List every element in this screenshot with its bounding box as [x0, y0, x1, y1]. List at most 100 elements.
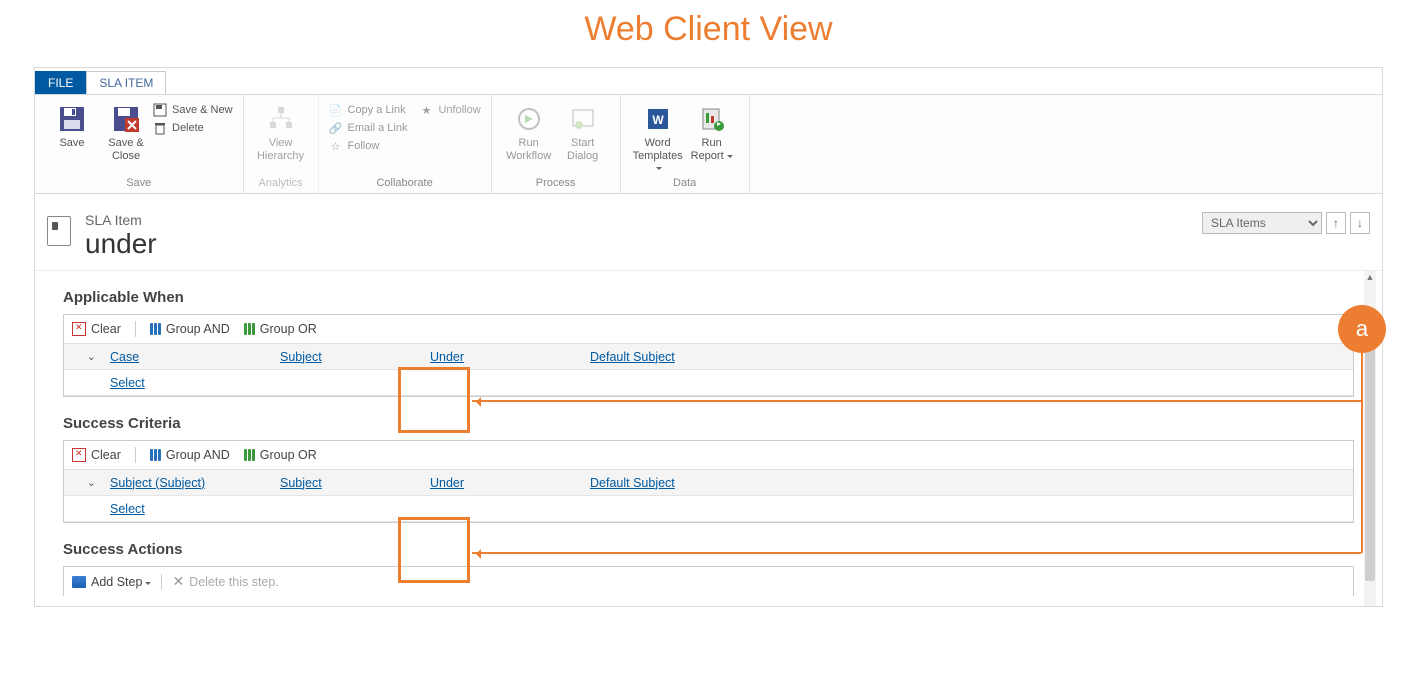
view-hierarchy-button[interactable]: View Hierarchy [254, 101, 308, 162]
group-label-process: Process [502, 175, 610, 193]
add-step-label: Add Step [91, 575, 151, 589]
group-or-label: Group OR [260, 322, 317, 336]
group-or-icon [244, 449, 255, 461]
tab-sla-item[interactable]: SLA ITEM [86, 71, 166, 94]
section-success-actions: Success Actions [63, 541, 1354, 558]
select-link[interactable]: Select [110, 376, 145, 390]
condition-row: ⌄ Case Subject Under Default Subject [64, 344, 1353, 370]
run-workflow-button[interactable]: Run Workflow [502, 101, 556, 162]
scrollbar-up-icon[interactable]: ▲ [1365, 271, 1375, 283]
word-icon: W [642, 103, 674, 135]
nav-down-button[interactable]: ↓ [1350, 212, 1370, 234]
clear-button[interactable]: Clear [72, 322, 121, 336]
operator-link-applicable[interactable]: Under [430, 350, 464, 364]
email-link-icon: 🔗 [329, 121, 343, 135]
save-icon [56, 103, 88, 135]
tab-strip: FILE SLA ITEM [35, 68, 1382, 94]
form-body: ▲ Applicable When Clear Group AND Group … [35, 270, 1382, 606]
clear-label: Clear [91, 448, 121, 462]
annotation-line [1361, 353, 1363, 553]
unfollow-label: Unfollow [438, 104, 480, 116]
clear-button[interactable]: Clear [72, 448, 121, 462]
view-hierarchy-label: View Hierarchy [254, 137, 308, 162]
record-nav-select[interactable]: SLA Items [1202, 212, 1322, 234]
copy-link-label: Copy a Link [348, 104, 406, 116]
clear-label: Clear [91, 322, 121, 336]
ribbon-group-collaborate: 📄Copy a Link 🔗Email a Link ☆ Follow ★ Unfo… [319, 95, 492, 193]
svg-text:W: W [652, 113, 664, 127]
entity-link[interactable]: Case [110, 350, 139, 364]
start-dialog-button[interactable]: Start Dialog [556, 101, 610, 162]
delete-label: Delete [172, 122, 204, 134]
start-dialog-icon [567, 103, 599, 135]
save-close-label: Save & Close [99, 137, 153, 162]
chevron-down-icon[interactable]: ⌄ [64, 350, 104, 363]
record-icon [47, 216, 71, 246]
separator [135, 447, 136, 463]
section-applicable-when: Applicable When [63, 289, 1354, 306]
unfollow-button[interactable]: ★ Unfollow [419, 103, 480, 117]
page-title: Web Client View [0, 0, 1417, 67]
run-workflow-label: Run Workflow [502, 137, 556, 162]
separator [161, 574, 162, 590]
save-label: Save [59, 137, 84, 150]
chevron-down-icon[interactable]: ⌄ [64, 476, 104, 489]
save-close-icon [110, 103, 142, 135]
value-link[interactable]: Default Subject [590, 350, 675, 364]
delete-step-icon: ✕ [172, 573, 184, 590]
ribbon: Save Save & Close Save & New Delete [35, 94, 1382, 194]
word-templates-button[interactable]: W Word Templates [631, 101, 685, 175]
scrollbar-thumb[interactable] [1365, 341, 1375, 581]
clear-icon [72, 448, 86, 462]
attribute-link[interactable]: Subject [280, 350, 322, 364]
record-name: under [85, 228, 157, 260]
follow-icon: ☆ [329, 139, 343, 153]
delete-icon [153, 121, 167, 135]
start-dialog-label: Start Dialog [556, 137, 610, 162]
group-and-icon [150, 449, 161, 461]
success-actions-box: Add Step ✕Delete this step. [63, 566, 1354, 596]
save-new-button[interactable]: Save & New [153, 103, 233, 117]
value-link[interactable]: Default Subject [590, 476, 675, 490]
delete-step-button: ✕Delete this step. [172, 573, 278, 590]
record-header: SLA Item under SLA Items ↑ ↓ [35, 194, 1382, 270]
success-criteria-box: Clear Group AND Group OR ⌄ Subject (Subj… [63, 440, 1354, 523]
entity-link[interactable]: Subject (Subject) [110, 476, 205, 490]
group-and-button[interactable]: Group AND [150, 448, 230, 462]
follow-button[interactable]: ☆ Follow [329, 139, 408, 153]
condition-row: ⌄ Subject (Subject) Subject Under Defaul… [64, 470, 1353, 496]
record-entity: SLA Item [85, 212, 157, 228]
group-and-label: Group AND [166, 322, 230, 336]
ribbon-group-analytics: View Hierarchy Analytics [244, 95, 319, 193]
ribbon-group-process: Run Workflow Start Dialog Process [492, 95, 621, 193]
save-button[interactable]: Save [45, 101, 99, 150]
add-step-button[interactable]: Add Step [72, 575, 151, 589]
group-or-button[interactable]: Group OR [244, 448, 317, 462]
group-label-data: Data [631, 175, 739, 193]
save-new-label: Save & New [172, 104, 233, 116]
group-or-button[interactable]: Group OR [244, 322, 317, 336]
email-link-button[interactable]: 🔗Email a Link [329, 121, 408, 135]
ribbon-group-save: Save Save & Close Save & New Delete [35, 95, 244, 193]
group-and-button[interactable]: Group AND [150, 322, 230, 336]
attribute-link[interactable]: Subject [280, 476, 322, 490]
annotation-arrow [472, 400, 1361, 402]
group-and-icon [150, 323, 161, 335]
delete-button[interactable]: Delete [153, 121, 233, 135]
follow-label: Follow [348, 140, 380, 152]
app-window: FILE SLA ITEM Save Save & Close [34, 67, 1383, 607]
tab-file[interactable]: FILE [35, 71, 86, 94]
save-close-button[interactable]: Save & Close [99, 101, 153, 162]
operator-link-success[interactable]: Under [430, 476, 464, 490]
select-link[interactable]: Select [110, 502, 145, 516]
nav-up-button[interactable]: ↑ [1326, 212, 1346, 234]
run-report-button[interactable]: Run Report [685, 101, 739, 162]
annotation-label: a [1356, 316, 1368, 342]
unfollow-icon: ★ [419, 103, 433, 117]
save-new-icon [153, 103, 167, 117]
group-label-save: Save [45, 175, 233, 193]
run-report-label: Run Report [685, 137, 739, 162]
group-label-collaborate: Collaborate [329, 175, 481, 193]
annotation-circle-a: a [1338, 305, 1386, 353]
copy-link-button[interactable]: 📄Copy a Link [329, 103, 408, 117]
